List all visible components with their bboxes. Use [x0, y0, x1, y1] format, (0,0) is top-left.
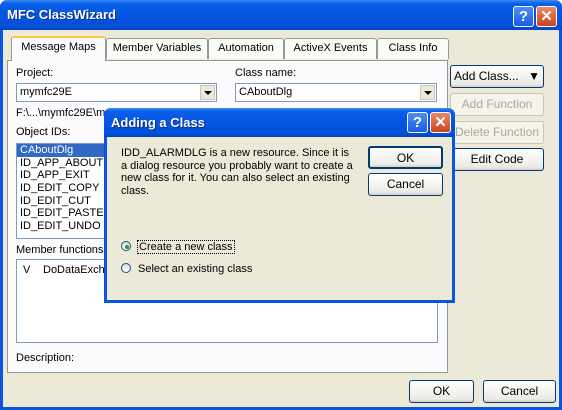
list-item[interactable]: ID_EDIT_CUT — [17, 195, 107, 208]
ok-button[interactable]: OK — [409, 380, 474, 403]
radio-select-existing[interactable] — [121, 263, 131, 273]
tab-activex-events[interactable]: ActiveX Events — [284, 38, 377, 59]
window-title: MFC ClassWizard — [7, 7, 116, 22]
class-name-combo[interactable]: CAboutDlg — [235, 83, 437, 102]
cancel-button[interactable]: Cancel — [483, 380, 556, 403]
object-ids-label: Object IDs: — [16, 126, 71, 138]
function-marker: V — [23, 264, 31, 276]
close-button[interactable]: ✕ — [536, 6, 557, 27]
dialog-title-bar[interactable]: Adding a Class ? ✕ — [104, 108, 455, 137]
adding-class-dialog: Adding a Class ? ✕ IDD_ALARMDLG is a new… — [104, 108, 455, 303]
select-existing-class-option[interactable]: Select an existing class — [121, 262, 321, 276]
function-name[interactable]: DoDataExch — [43, 264, 105, 276]
chevron-down-icon: ▼ — [528, 69, 540, 83]
tab-member-variables[interactable]: Member Variables — [106, 38, 208, 59]
list-item[interactable]: ID_APP_EXIT — [17, 169, 107, 182]
tab-message-maps[interactable]: Message Maps — [11, 36, 106, 61]
description-label: Description: — [16, 352, 75, 364]
add-function-button[interactable]: Add Function — [450, 93, 544, 116]
delete-function-button[interactable]: Delete Function — [450, 121, 544, 144]
add-class-button[interactable]: Add Class... ▼ — [450, 65, 544, 88]
tab-class-info[interactable]: Class Info — [377, 38, 449, 59]
project-path: F:\...\mymfc29E\m — [16, 107, 106, 119]
radio-create-new[interactable] — [121, 241, 131, 251]
dialog-title: Adding a Class — [111, 115, 205, 130]
help-icon: ? — [412, 114, 423, 131]
object-ids-list[interactable]: CAboutDlg ID_APP_ABOUT ID_APP_EXIT ID_ED… — [16, 143, 108, 239]
chevron-down-icon[interactable] — [420, 85, 435, 100]
class-name-label: Class name: — [235, 67, 297, 79]
help-button[interactable]: ? — [513, 6, 534, 27]
list-item[interactable]: CAboutDlg — [17, 144, 107, 157]
dialog-client: IDD_ALARMDLG is a new resource. Since it… — [107, 137, 452, 300]
help-icon: ? — [518, 8, 529, 25]
project-value: mymfc29E — [20, 86, 72, 98]
create-new-class-option[interactable]: Create a new class — [121, 240, 321, 254]
edit-code-button[interactable]: Edit Code — [450, 148, 544, 171]
list-item[interactable]: ID_EDIT_COPY — [17, 182, 107, 195]
dialog-message: IDD_ALARMDLG is a new resource. Since it… — [121, 147, 353, 197]
close-icon: ✕ — [434, 114, 447, 131]
title-bar[interactable]: MFC ClassWizard ? ✕ — [0, 0, 562, 30]
project-label: Project: — [16, 67, 54, 79]
class-name-value: CAboutDlg — [239, 86, 293, 98]
close-icon: ✕ — [540, 8, 553, 25]
tab-automation[interactable]: Automation — [208, 38, 284, 59]
dialog-help-button[interactable]: ? — [407, 112, 428, 133]
list-item[interactable]: ID_EDIT_UNDO — [17, 220, 107, 233]
list-item[interactable]: ID_EDIT_PASTE — [17, 207, 107, 220]
member-functions-label: Member functions: — [16, 244, 107, 256]
dialog-ok-button[interactable]: OK — [368, 146, 443, 169]
add-class-label: Add Class... — [454, 69, 519, 83]
create-new-class-label: Create a new class — [137, 240, 235, 254]
project-combo[interactable]: mymfc29E — [16, 83, 217, 102]
dialog-close-button[interactable]: ✕ — [430, 112, 451, 133]
select-existing-class-label: Select an existing class — [138, 263, 253, 275]
dialog-cancel-button[interactable]: Cancel — [368, 173, 443, 196]
list-item[interactable]: ID_APP_ABOUT — [17, 157, 107, 170]
chevron-down-icon[interactable] — [200, 85, 215, 100]
